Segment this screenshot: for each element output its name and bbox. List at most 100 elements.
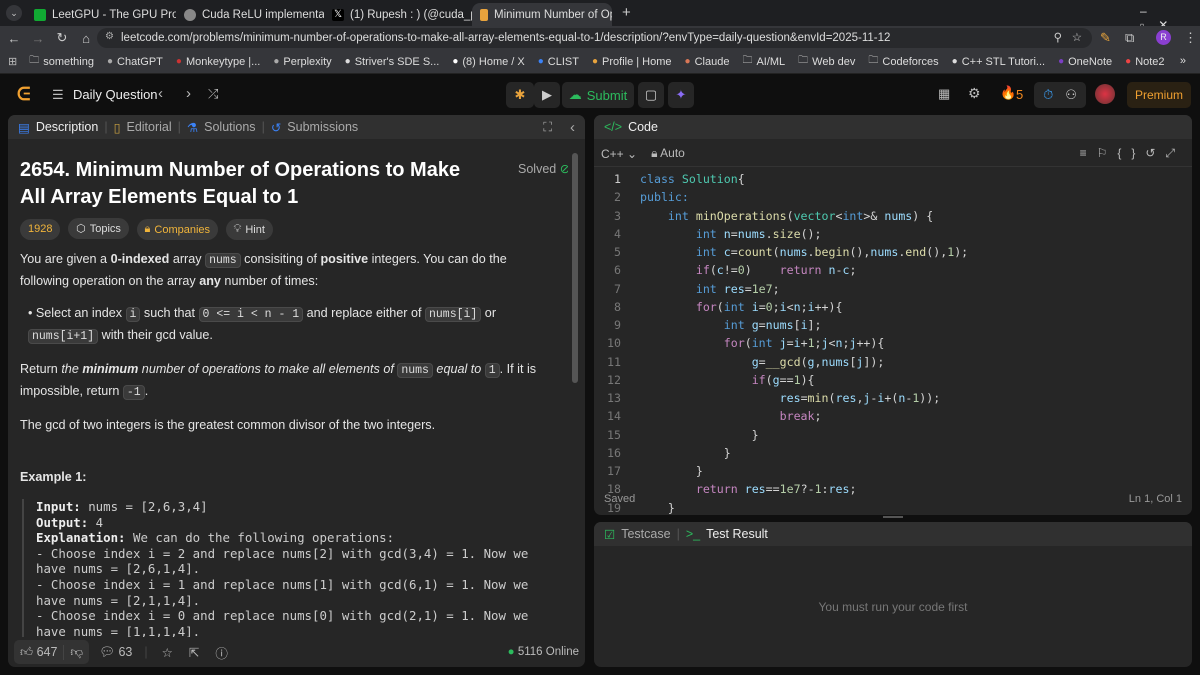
problem-list-icon[interactable]: ☰ [52, 87, 64, 103]
fullscreen-icon[interactable]: ⛶ [543, 120, 552, 135]
next-problem-icon[interactable]: › [186, 85, 191, 102]
tab-description[interactable]: Description [36, 120, 99, 134]
bookmark-star-icon[interactable]: ☆ [1072, 30, 1082, 44]
browser-tab-active[interactable]: Minimum Number of Op✕ [472, 3, 612, 26]
editor-actions[interactable]: ≡⚐{}↺⤢ [1080, 146, 1185, 161]
bookmark-item[interactable]: 🗀︎ AI/ML [742, 53, 785, 70]
tab-search-button[interactable]: ⌄ [6, 5, 22, 21]
menu-kebab-icon[interactable]: ⋮ [1184, 30, 1197, 46]
bookmark-item[interactable]: ● (8) Home / X [452, 56, 524, 68]
code-token: = [800, 391, 808, 405]
code-token: vector [793, 208, 836, 223]
url-bar[interactable]: ⚙ leetcode.com/problems/minimum-number-o… [97, 28, 1092, 48]
dislike-button[interactable]: 👎︎ [63, 644, 89, 660]
line-number: 14 [607, 409, 621, 424]
shuffle-icon[interactable]: ⤮ [208, 86, 218, 102]
timer-icon[interactable]: ⏱ [1043, 87, 1053, 103]
tab-testcase[interactable]: Testcase [621, 527, 670, 541]
bookmark-favicon-icon: ● [1058, 56, 1065, 67]
submit-button[interactable]: ☁ Submit [562, 82, 634, 108]
tab-solutions[interactable]: Solutions [204, 120, 255, 134]
bookmarks-overflow-button[interactable]: » [1180, 55, 1186, 67]
code-token: = [730, 245, 738, 259]
tab-title: Minimum Number of Op [494, 8, 612, 21]
zoom-icon[interactable]: ⚲ [1054, 30, 1062, 44]
add-friend-icon[interactable]: ⚇ [1065, 87, 1077, 103]
code-token: for [723, 336, 745, 351]
premium-button[interactable]: Premium [1127, 82, 1191, 108]
daily-question-link[interactable]: Daily Question [73, 87, 158, 102]
bookmark-item[interactable]: ● Profile | Home [592, 56, 672, 68]
code-token: . [807, 245, 815, 259]
bookmark-item[interactable]: ● C++ STL Tutori... [952, 56, 1045, 68]
home-icon[interactable]: ⌂ [74, 31, 98, 46]
layout-grid-icon[interactable]: ▦ [938, 86, 950, 102]
description-icon: ▤ [18, 120, 30, 135]
timer-invite-group: ⏱ ⚇ [1034, 82, 1086, 108]
code-line: for(int j=i+1;j<n;j++){ [640, 334, 885, 352]
autosave-mode[interactable]: 🔒︎ Auto [651, 146, 685, 161]
favorite-star-icon[interactable]: ☆ [162, 645, 173, 660]
companies-pill[interactable]: 🔒︎ Companies [136, 219, 219, 240]
extension-icon[interactable]: ✎ [1100, 30, 1111, 46]
code-token: (), [926, 245, 948, 259]
prev-problem-icon[interactable]: ‹ [158, 85, 163, 102]
bookmark-item[interactable]: 🗀︎ something [29, 53, 94, 70]
hint-pill[interactable]: 💡︎ Hint [225, 219, 273, 240]
site-info-icon[interactable]: ⚙ [105, 31, 114, 42]
bookmark-label: C++ STL Tutori... [961, 55, 1046, 68]
browser-tab[interactable]: Cuda ReLU implementati✕ [176, 3, 324, 26]
profile-avatar[interactable]: R [1156, 30, 1171, 45]
ai-assistant-button[interactable]: ✦ [668, 82, 694, 108]
like-button[interactable]: 👍︎ 647 [14, 645, 63, 660]
panel-resize-handle[interactable] [883, 516, 903, 518]
bookmark-label: Codeforces [882, 55, 939, 68]
apps-grid-icon[interactable]: ⊞ [8, 55, 17, 68]
tab-editorial[interactable]: Editorial [126, 120, 171, 134]
forward-icon[interactable]: → [26, 31, 50, 46]
companies-label: Companies [154, 223, 211, 236]
cloud-upload-icon: ☁ [568, 87, 582, 102]
code-line: class Solution{ [640, 170, 745, 188]
browser-tab[interactable]: 𝕏(1) Rupesh : ) (@cuda_pr✕ [324, 3, 472, 26]
code-line: int g=nums[i]; [640, 316, 822, 334]
back-icon[interactable]: ← [2, 31, 26, 46]
streak-count[interactable]: 5 [1016, 87, 1023, 102]
problem-tags: 1928 ⬡ Topics 🔒︎ Companies 💡︎ Hint [20, 218, 277, 240]
comments-button[interactable]: 💬︎ 63 [99, 645, 132, 660]
bookmark-item[interactable]: ● CLIST [538, 56, 579, 68]
debug-button[interactable]: ✱ [506, 82, 534, 108]
bookmark-item[interactable]: ● OneNote [1058, 56, 1112, 68]
tab-test-result[interactable]: Test Result [706, 527, 768, 541]
bookmark-item[interactable]: ● Striver's SDE S... [345, 56, 440, 68]
code-editor[interactable]: 1 class Solution{2 public: 3 int minOperati… [594, 170, 1192, 515]
share-icon[interactable]: ⇱ [189, 645, 199, 660]
code-token: : [821, 482, 829, 497]
help-icon[interactable]: ⓘ [215, 643, 228, 662]
topics-pill[interactable]: ⬡ Topics [68, 218, 129, 239]
reload-icon[interactable]: ↻ [50, 30, 74, 46]
bookmark-item[interactable]: ● Claude [685, 56, 730, 68]
language-select[interactable]: C++ ⌄ [601, 147, 637, 161]
bookmark-item[interactable]: ● ChatGPT [107, 56, 163, 68]
browser-tab[interactable]: LeetGPU - The GPU Prog✕ [26, 3, 176, 26]
bookmark-item[interactable]: ● Perplexity [273, 56, 331, 68]
code-token: 0 [737, 263, 745, 278]
scrollbar[interactable] [572, 143, 578, 653]
notes-button[interactable]: ▢ [638, 82, 664, 108]
bookmark-item[interactable]: 🗀︎ Codeforces [868, 53, 938, 70]
bookmark-item[interactable]: 🗀︎ Web dev [798, 53, 855, 70]
run-button[interactable]: ▶ [534, 82, 560, 108]
bookmark-item[interactable]: ● Note2 [1125, 56, 1164, 68]
problem-title: 2654. Minimum Number of Operations to Ma… [20, 159, 461, 208]
new-tab-button[interactable]: + [622, 4, 631, 21]
extensions-puzzle-icon[interactable]: ⧉ [1125, 30, 1134, 46]
leetcode-logo-icon[interactable]: ᕮ [17, 84, 30, 105]
collapse-panel-icon[interactable]: ‹ [570, 119, 575, 136]
user-avatar[interactable] [1095, 84, 1115, 104]
bookmark-item[interactable]: ● Monkeytype |... [176, 56, 260, 68]
tab-submissions[interactable]: Submissions [287, 120, 358, 134]
code-token: != [723, 263, 738, 278]
settings-gear-icon[interactable]: ⚙ [968, 85, 981, 102]
